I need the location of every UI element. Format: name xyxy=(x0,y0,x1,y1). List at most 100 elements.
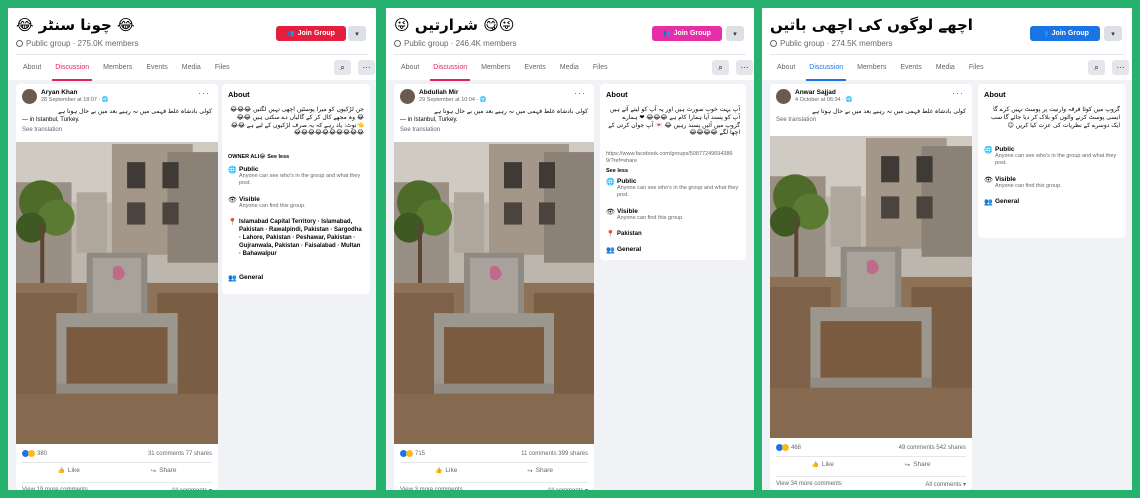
people-icon: 👥 xyxy=(228,275,237,282)
chevron-down-icon[interactable]: ▾ xyxy=(1104,26,1122,41)
reactions[interactable]: 468 xyxy=(776,444,801,451)
thumbs-up-icon: 👍 xyxy=(434,468,443,474)
tab-files[interactable]: Files xyxy=(208,55,237,81)
post-author[interactable]: Anwar Sajjad xyxy=(795,89,836,96)
like-button[interactable]: 👍 Like xyxy=(57,467,79,474)
see-less-link[interactable]: See less xyxy=(606,168,628,175)
about-visible: 👁 Visible Anyone can find this group. xyxy=(228,196,364,210)
join-group-button[interactable]: 👥 Join Group xyxy=(652,26,722,41)
group-share-link[interactable]: https://www.facebook.com/groups/50877249… xyxy=(606,151,740,165)
post-location[interactable]: — in Istanbul, Turkey. xyxy=(22,117,80,123)
share-button[interactable]: ↪ Share xyxy=(905,461,931,469)
see-translation-link[interactable]: See translation xyxy=(400,127,440,133)
avatar[interactable] xyxy=(22,89,37,104)
tab-media[interactable]: Media xyxy=(553,55,586,81)
search-icon[interactable]: ⌕ xyxy=(1088,60,1105,75)
like-button[interactable]: 👍 Like xyxy=(435,467,457,474)
post-options-icon[interactable]: ··· xyxy=(574,88,586,98)
location-text[interactable]: Pakistan xyxy=(617,230,642,238)
people-icon: 👥 xyxy=(663,31,671,37)
join-group-button[interactable]: 👥 Join Group xyxy=(276,26,346,41)
like-button[interactable]: 👍 Like xyxy=(811,461,833,468)
tab-media[interactable]: Media xyxy=(929,55,962,81)
post-photo[interactable] xyxy=(394,142,594,444)
share-button[interactable]: ↪ Share xyxy=(151,467,177,475)
tab-members[interactable]: Members xyxy=(96,55,139,81)
comments-footer: View 34 more comments All comments ▾ xyxy=(776,476,966,488)
tab-files[interactable]: Files xyxy=(962,55,991,81)
about-row-content: Public Anyone can see who's in the group … xyxy=(617,178,740,199)
tab-events[interactable]: Events xyxy=(893,55,928,81)
all-comments-dropdown[interactable]: All comments ▾ xyxy=(171,487,212,490)
view-more-comments-link[interactable]: View 3 more comments xyxy=(400,487,463,490)
post-options-icon[interactable]: ··· xyxy=(952,88,964,98)
post-date[interactable]: 29 September at 10:04 · 🌐 xyxy=(419,97,487,103)
comments-footer: View 19 more comments All comments ▾ xyxy=(22,482,212,490)
group-post: Abdullah Mir 29 September at 10:04 · 🌐 ···… xyxy=(394,84,594,490)
tab-members[interactable]: Members xyxy=(850,55,893,81)
all-comments-dropdown[interactable]: All comments ▾ xyxy=(547,487,588,490)
general-label: General xyxy=(617,246,642,253)
about-public: 🌐 Public Anyone can see who's in the group… xyxy=(228,166,364,187)
reactions[interactable]: 715 xyxy=(400,450,425,457)
see-translation-link[interactable]: See translation xyxy=(776,117,816,123)
comments-shares-count[interactable]: 31 comments 77 shares xyxy=(148,451,212,457)
about-row-title: Public xyxy=(995,146,1015,153)
view-more-comments-link[interactable]: View 34 more comments xyxy=(776,481,842,488)
group-post: Aryan Khan 28 September at 18:07 · 🌐 ··· کو… xyxy=(16,84,218,490)
post-author[interactable]: Abdullah Mir xyxy=(419,89,458,96)
tab-members[interactable]: Members xyxy=(474,55,517,81)
general-label: General xyxy=(995,198,1020,205)
search-icon[interactable]: ⌕ xyxy=(712,60,729,75)
tab-about[interactable]: About xyxy=(770,55,802,81)
about-row-content: Public Anyone can see who's in the group … xyxy=(995,146,1120,167)
comments-shares-count[interactable]: 49 comments 542 shares xyxy=(899,445,966,451)
tab-discussion[interactable]: Discussion xyxy=(48,55,96,81)
post-options-icon[interactable]: ··· xyxy=(198,88,210,98)
comments-shares-count[interactable]: 11 comments 399 shares xyxy=(521,451,588,457)
post-location[interactable]: — in Istanbul, Turkey. xyxy=(400,117,458,123)
tab-about[interactable]: About xyxy=(394,55,426,81)
comments-footer: View 3 more comments All comments ▾ xyxy=(400,482,588,490)
all-comments-dropdown[interactable]: All comments ▾ xyxy=(925,481,966,488)
tab-discussion[interactable]: Discussion xyxy=(802,55,850,81)
more-options-icon[interactable]: ··· xyxy=(1112,60,1129,75)
post-date[interactable]: 4 October at 06:34 · 🌐 xyxy=(795,97,852,103)
avatar[interactable] xyxy=(776,89,791,104)
post-photo[interactable] xyxy=(770,136,972,438)
search-icon[interactable]: ⌕ xyxy=(334,60,351,75)
post-photo-scene xyxy=(394,142,594,444)
avatar[interactable] xyxy=(400,89,415,104)
about-row-title: Visible xyxy=(239,196,260,203)
more-options-icon[interactable]: ··· xyxy=(736,60,753,75)
reactions[interactable]: 380 xyxy=(22,450,47,457)
tab-about[interactable]: About xyxy=(16,55,48,81)
post-date[interactable]: 28 September at 18:07 · 🌐 xyxy=(41,97,109,103)
tab-events[interactable]: Events xyxy=(139,55,174,81)
join-group-button[interactable]: 👥 Join Group xyxy=(1030,26,1100,41)
location-text[interactable]: Islamabad Capital Territory · Islamabad,… xyxy=(239,218,364,258)
haha-reaction-icon xyxy=(782,444,789,451)
more-options-icon[interactable]: ··· xyxy=(358,60,375,75)
about-location: 📍 Islamabad Capital Territory · Islamabad… xyxy=(228,218,364,258)
group-meta-text: Public group · 275.0K members xyxy=(26,39,139,48)
about-row-title: Public xyxy=(239,166,259,173)
post-photo[interactable] xyxy=(16,142,218,444)
tab-files[interactable]: Files xyxy=(586,55,615,81)
view-more-comments-link[interactable]: View 19 more comments xyxy=(22,487,88,490)
about-card: About گروپ میں کوئا فرقہ وارنیت پر پوسٹ ن… xyxy=(978,84,1126,238)
group-header: 😜😋 شرارتیں 😜 Public group · 246.4K member… xyxy=(386,8,754,81)
about-row-title: Visible xyxy=(995,176,1016,183)
globe-icon xyxy=(394,40,401,47)
share-button[interactable]: ↪ Share xyxy=(527,467,553,475)
about-row-content: Visible Anyone can find this group. xyxy=(239,196,306,210)
post-author[interactable]: Aryan Khan xyxy=(41,89,77,96)
post-actions: 👍 Like ↪ Share xyxy=(400,462,588,478)
chevron-down-icon[interactable]: ▾ xyxy=(726,26,744,41)
tab-media[interactable]: Media xyxy=(175,55,208,81)
tab-events[interactable]: Events xyxy=(517,55,552,81)
about-general: 👥 General xyxy=(984,198,1120,206)
chevron-down-icon[interactable]: ▾ xyxy=(348,26,366,41)
tab-discussion[interactable]: Discussion xyxy=(426,55,474,81)
see-translation-link[interactable]: See translation xyxy=(22,127,62,133)
